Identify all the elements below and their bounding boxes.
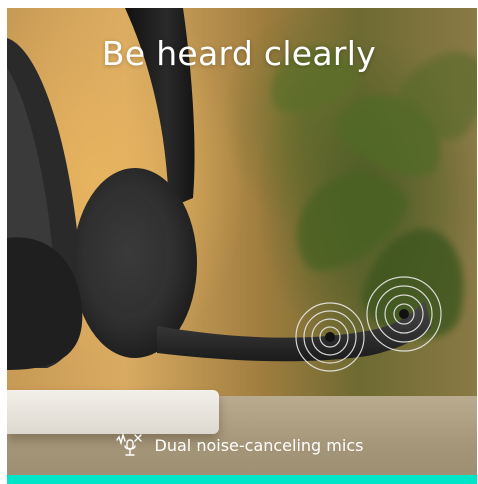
feature-row: Dual noise-canceling mics — [0, 432, 478, 458]
mic-port-left — [325, 332, 335, 342]
microphone-boom — [157, 300, 431, 362]
headline: Be heard clearly — [101, 34, 377, 73]
noise-canceling-mic-icon — [115, 432, 145, 458]
product-photo — [7, 8, 477, 483]
headset-illustration — [7, 8, 442, 372]
mic-port-right — [399, 309, 409, 319]
feature-label: Dual noise-canceling mics — [154, 435, 364, 455]
accent-bar — [7, 475, 477, 484]
